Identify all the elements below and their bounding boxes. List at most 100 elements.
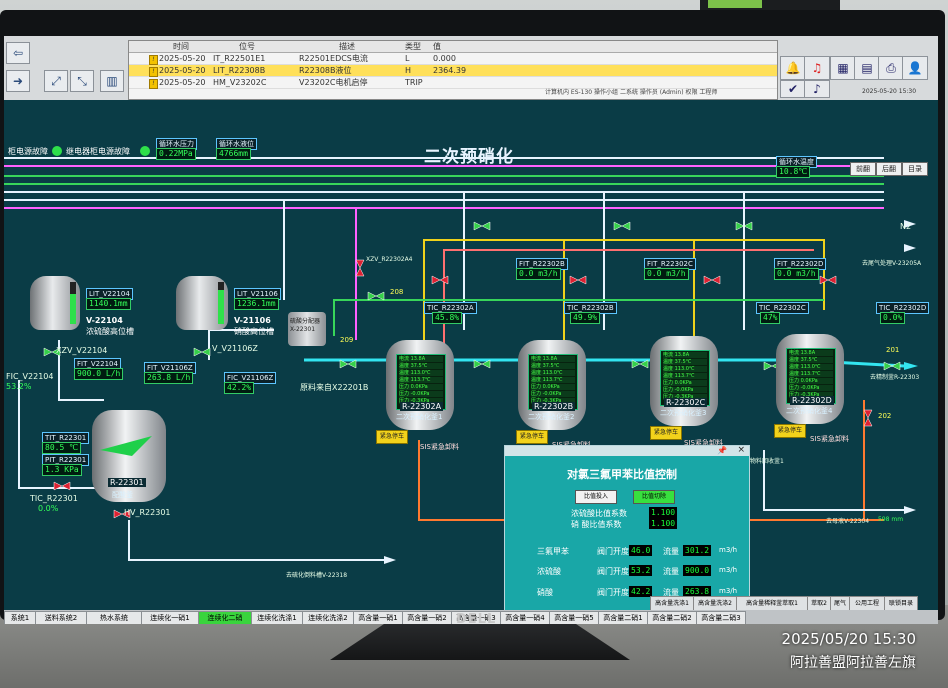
popup-titlebar[interactable]: 📌 ×: [505, 445, 749, 456]
sis-discharge-a: SIS紧急卸料: [420, 443, 459, 451]
nav-forward-icon[interactable]: ➜: [6, 70, 30, 92]
valve-value[interactable]: 53.2: [629, 565, 653, 576]
tab-exhaust[interactable]: 尾气: [830, 596, 850, 611]
tic-r22302b-value: 49.9%: [570, 312, 601, 324]
ratio2-value[interactable]: 1.100: [649, 518, 678, 529]
hv-r22301[interactable]: HV_R22301: [124, 508, 171, 517]
v22104-desc: 浓硫酸高位槽: [86, 327, 134, 336]
r22302b-name: R-22302B: [532, 402, 576, 411]
close-icon[interactable]: ×: [737, 445, 745, 455]
row-name: 三氟甲苯: [537, 547, 569, 556]
tab-hc-second-2[interactable]: 高含量二硝2: [647, 611, 697, 624]
fault-indicator-2: 继电器柜电源故障: [66, 147, 130, 156]
col-tag: 位号: [239, 42, 255, 51]
xzv-r22302a4[interactable]: XZV_R22302A4: [366, 256, 413, 263]
r22302a-desc: 二次预硝化釜1: [396, 413, 443, 421]
ratio1-value[interactable]: 1.100: [649, 507, 678, 518]
raw-material-label: 原料来自X22201B: [300, 383, 369, 392]
alarm-icon: !: [149, 67, 158, 77]
valve-label: 阀门开度: [597, 567, 629, 576]
pit-r22301-value: 1.3 KPa: [42, 464, 82, 476]
ratio-enable-button[interactable]: 比值投入: [575, 490, 617, 504]
tank-v22104[interactable]: [30, 276, 80, 330]
flow-value: 900.0: [683, 565, 712, 576]
tab-utilities[interactable]: 公用工程: [849, 596, 885, 611]
tab-hc-nitration-1[interactable]: 高含量一硝1: [353, 611, 403, 624]
photo-timestamp: 2025/05/20 15:30: [781, 630, 916, 648]
sound-icon[interactable]: ♪: [804, 80, 830, 98]
tab-hc-nitration-5[interactable]: 高含量一硝5: [549, 611, 599, 624]
alarm-silence-icon[interactable]: ♫: [804, 56, 830, 80]
emergency-stop-button-a[interactable]: 紧急停车: [376, 430, 408, 444]
tab-cont-nitration-1[interactable]: 连续化一硝1: [141, 611, 199, 624]
ack-icon[interactable]: ✔: [780, 80, 806, 98]
zoom-icon[interactable]: ⤢: [44, 70, 68, 92]
fit-v22104-value: 900.0 L/h: [74, 368, 124, 380]
status-lamp: [140, 146, 150, 156]
monitor-logo: DELL: [456, 612, 497, 627]
tic-r22301-tag[interactable]: TIC_R22301: [30, 494, 78, 503]
alarm-table: 时间 位号 描述 类型 值 ! 2025-05-20 IT_R22501E1 R…: [128, 40, 778, 100]
tab-hc-nitration-4[interactable]: 高含量一硝4: [500, 611, 550, 624]
report-icon[interactable]: ▦: [830, 56, 856, 80]
valve-202-label: 202: [878, 412, 892, 420]
emergency-stop-button-d[interactable]: 紧急停车: [774, 424, 806, 438]
index-button[interactable]: 目录: [902, 162, 928, 176]
flow-unit: m3/h: [719, 566, 738, 574]
col-desc: 描述: [339, 42, 355, 51]
alarm-bell-icon[interactable]: 🔔: [780, 56, 806, 80]
trend-icon[interactable]: ▤: [854, 56, 880, 80]
zv-v21106[interactable]: V_V21106Z: [212, 344, 258, 353]
tic-r22302c-value: 47%: [760, 312, 781, 324]
ratio2-label: 硝 酸比值系数: [571, 520, 622, 529]
valve-value[interactable]: 46.0: [629, 545, 653, 556]
alarm-row[interactable]: ! 2025-05-20 IT_R22501E1 R22501EDCS电流 L …: [129, 53, 777, 65]
agitator-icon: [100, 436, 152, 456]
fic-v22104-tag[interactable]: FIC_V22104: [6, 372, 53, 381]
next-page-button[interactable]: 后翻: [876, 162, 902, 176]
tab-hc-nitration-2[interactable]: 高含量一硝2: [402, 611, 452, 624]
tank-v21106[interactable]: [176, 276, 228, 330]
tic-r22302d-value: 0.0%: [880, 312, 906, 324]
tab-feed-system-2[interactable]: 送料系统2: [35, 611, 87, 624]
tab-hc-wash-2[interactable]: 高含量洗涤2: [693, 596, 737, 611]
ratio-disable-button[interactable]: 比值切除: [633, 490, 675, 504]
shrink-icon[interactable]: ⤡: [70, 70, 94, 92]
ratio1-label: 浓硫酸比值系数: [571, 509, 627, 518]
book-icon[interactable]: ▥: [100, 70, 124, 92]
tab-cont-wash-2[interactable]: 连续化洗涤2: [302, 611, 354, 624]
tab-hc-dilute-extract[interactable]: 高含量稀释釜萃取1: [736, 596, 808, 611]
r22302c-desc: 二次预硝化釜3: [660, 409, 707, 417]
tab-system-1[interactable]: 系统1: [4, 611, 36, 624]
reactor-r22301[interactable]: [92, 410, 166, 502]
tab-extract-2[interactable]: 萃取2: [807, 596, 831, 611]
user-icon[interactable]: 👤: [902, 56, 928, 80]
alarm-row[interactable]: ! 2025-05-20 LIT_R22308B R22308B液位 H 236…: [129, 65, 777, 77]
level-gauge: [70, 282, 76, 324]
tab-hc-second-1[interactable]: 高含量二硝1: [598, 611, 648, 624]
valve-208-label: 208: [390, 288, 404, 296]
tab-cont-wash-1[interactable]: 连续化洗涤1: [251, 611, 303, 624]
monitor-bezel: ⇦ ➜ ⤢ ⤡ ▥ 时间 位号 描述 类型 值 ! 2025-05-20 IT_…: [0, 10, 945, 624]
emergency-stop-button-c[interactable]: 紧急停车: [650, 426, 682, 440]
valve-label: 阀门开度: [597, 547, 629, 556]
fic-v21106-value: 42.2%: [224, 382, 255, 394]
sis-discharge-d: SIS紧急卸料: [810, 435, 849, 443]
valve-value[interactable]: 42.2: [629, 586, 653, 597]
photo-location: 阿拉善盟阿拉善左旗: [790, 655, 916, 671]
n2-label: N2: [900, 222, 912, 231]
emergency-stop-button-b[interactable]: 紧急停车: [516, 430, 548, 444]
print-icon[interactable]: ⎙: [878, 56, 904, 80]
acid-mixer[interactable]: 硫酸分配器 X-22301: [288, 312, 326, 346]
tab-hot-water[interactable]: 热水系统: [86, 611, 142, 624]
xzv-v22104[interactable]: XZV_V22104: [56, 346, 107, 355]
tab-hc-second-3[interactable]: 高含量二硝3: [696, 611, 746, 624]
tab-interlock-index[interactable]: 联锁目录: [884, 596, 918, 611]
r22302a-name: R-22302A: [400, 402, 444, 411]
pin-icon[interactable]: 📌: [717, 446, 727, 455]
nav-back-icon[interactable]: ⇦: [6, 42, 30, 64]
prev-page-button[interactable]: 前翻: [850, 162, 876, 176]
tab-hc-wash-1[interactable]: 高含量洗涤1: [650, 596, 694, 611]
tab-cont-nitration-2[interactable]: 连续化二硝: [198, 611, 252, 624]
col-type: 类型: [405, 42, 421, 51]
